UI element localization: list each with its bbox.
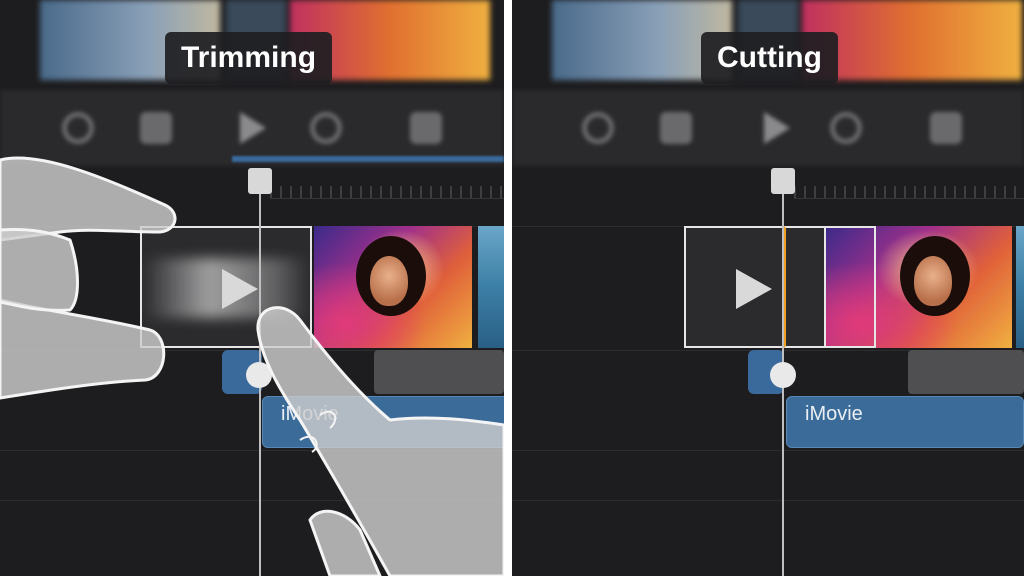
trimming-label: Trimming [165, 32, 333, 84]
stop-icon[interactable] [660, 112, 692, 144]
title-clip[interactable]: iMovie [262, 396, 504, 448]
viewer-toolbar [0, 90, 504, 166]
playhead-handle[interactable] [771, 168, 795, 194]
stop-icon[interactable] [140, 112, 172, 144]
panel-divider [504, 0, 512, 576]
split-handle[interactable] [770, 362, 796, 388]
cutting-panel: Cutting iMovie [512, 0, 1024, 576]
title-clip[interactable]: iMovie [786, 396, 1024, 448]
next-clip[interactable] [1016, 226, 1024, 348]
timeline-ruler [794, 186, 1024, 199]
record-icon[interactable] [62, 112, 94, 144]
audio-clip[interactable] [908, 350, 1024, 394]
title-clip-label: iMovie [805, 403, 863, 425]
play-icon [222, 269, 258, 309]
selected-clip[interactable] [140, 226, 312, 348]
title-clip-label: iMovie [281, 403, 339, 425]
audio-clip[interactable] [374, 350, 504, 394]
selected-clip[interactable] [684, 226, 784, 348]
cut-segment[interactable] [784, 226, 824, 348]
trim-handle[interactable] [246, 362, 272, 388]
record-icon[interactable] [582, 112, 614, 144]
play-icon [736, 269, 772, 309]
photo-clip[interactable] [824, 226, 1012, 348]
cutting-label: Cutting [701, 32, 838, 84]
play-icon[interactable] [240, 112, 266, 144]
square-icon[interactable] [410, 112, 442, 144]
circle-icon[interactable] [830, 112, 862, 144]
viewer-toolbar [512, 90, 1024, 166]
play-icon[interactable] [764, 112, 790, 144]
circle-icon[interactable] [310, 112, 342, 144]
photo-clip[interactable] [314, 226, 472, 348]
trimming-panel: Trimming iMovie [0, 0, 504, 576]
playhead-handle[interactable] [248, 168, 272, 194]
next-clip[interactable] [478, 226, 504, 348]
square-icon[interactable] [930, 112, 962, 144]
timeline-ruler [270, 186, 504, 199]
